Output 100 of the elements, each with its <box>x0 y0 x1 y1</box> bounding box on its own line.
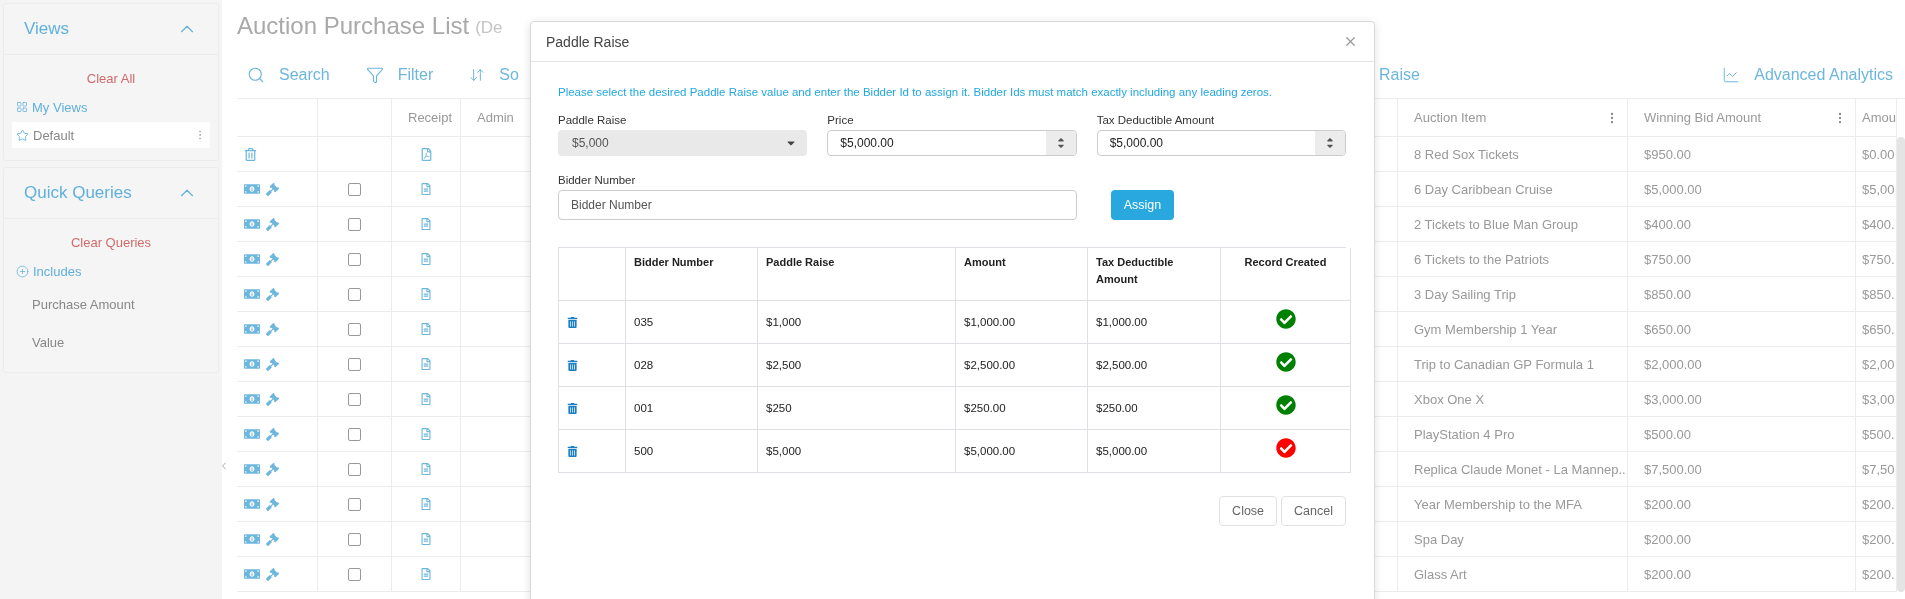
money-icon[interactable] <box>244 321 260 337</box>
column-header[interactable]: Receipt <box>392 99 461 137</box>
money-icon[interactable] <box>244 426 260 442</box>
document-icon[interactable] <box>420 253 432 265</box>
money-icon[interactable] <box>244 461 260 477</box>
row-checkbox[interactable] <box>348 182 361 196</box>
gavel-icon[interactable] <box>266 217 279 231</box>
toolbar-button[interactable]: So <box>469 66 519 84</box>
gavel-icon[interactable] <box>266 182 279 196</box>
money-icon[interactable] <box>244 216 260 232</box>
item-label: My Views <box>32 99 89 115</box>
document-icon[interactable] <box>420 568 432 580</box>
trash-icon[interactable] <box>567 402 578 414</box>
trash-icon[interactable] <box>567 359 578 371</box>
analytics-button[interactable]: Advanced Analytics <box>1722 66 1893 84</box>
row-checkbox[interactable] <box>348 357 361 371</box>
document-icon[interactable] <box>420 533 432 545</box>
money-icon[interactable] <box>244 251 260 267</box>
gavel-icon[interactable] <box>266 287 279 301</box>
document-icon[interactable] <box>420 498 432 510</box>
sidebar-item[interactable]: Value <box>12 324 210 360</box>
table-cell: 6 Day Caribbean Cruise <box>1414 181 1553 197</box>
trash-icon[interactable] <box>567 445 578 457</box>
item-label: Purchase Amount <box>32 296 136 312</box>
toolbar-button[interactable]: Filter <box>365 66 434 84</box>
gavel-icon[interactable] <box>266 497 279 511</box>
toolbar-button[interactable]: Raise <box>1379 66 1420 84</box>
table-cell: $250 <box>766 402 792 414</box>
assign-button[interactable]: Assign <box>1110 190 1175 220</box>
scrollbar[interactable] <box>1897 137 1905 592</box>
clear-link[interactable]: Clear All <box>86 71 136 86</box>
sidebar-item[interactable]: Default <box>12 122 210 148</box>
row-checkbox[interactable] <box>348 252 361 266</box>
trash-icon[interactable] <box>567 316 578 328</box>
gavel-icon[interactable] <box>266 322 279 336</box>
sidebar-item[interactable]: Includes <box>12 258 210 284</box>
row-checkbox[interactable] <box>348 462 361 476</box>
gavel-icon[interactable] <box>266 427 279 441</box>
document-icon[interactable] <box>420 183 432 195</box>
row-checkbox[interactable] <box>348 392 361 406</box>
panel-title: Quick Queries <box>24 183 132 203</box>
gavel-icon[interactable] <box>266 567 279 581</box>
grid-icon <box>16 101 28 113</box>
document-icon[interactable] <box>420 218 432 230</box>
column-header[interactable]: Winning Bid Amount <box>1644 110 1762 125</box>
column-header: Bidder Number <box>626 248 758 301</box>
table-cell: $500. <box>1862 426 1895 442</box>
money-icon[interactable] <box>244 566 260 582</box>
column-header: Record Created <box>1221 248 1351 301</box>
gavel-icon[interactable] <box>266 532 279 546</box>
dialog-button[interactable]: Cancel <box>1281 496 1346 526</box>
money-icon[interactable] <box>244 286 260 302</box>
bidder-number-field[interactable]: Bidder Number <box>558 190 1077 220</box>
money-icon[interactable] <box>244 496 260 512</box>
column-header[interactable]: Auction Item <box>1414 110 1487 125</box>
row-checkbox[interactable] <box>348 322 361 336</box>
document-icon[interactable] <box>420 393 432 405</box>
dialog-button[interactable]: Close <box>1219 496 1278 526</box>
row-checkbox[interactable] <box>348 497 361 511</box>
money-icon[interactable] <box>244 531 260 547</box>
page-title: Auction Purchase List <box>237 12 470 40</box>
row-checkbox[interactable] <box>348 217 361 231</box>
column-header: Tax Deductible Amount <box>1088 248 1221 301</box>
gavel-icon[interactable] <box>266 357 279 371</box>
sidebar-item[interactable]: My Views <box>12 94 210 120</box>
document-icon[interactable] <box>420 288 432 300</box>
instructions-text: Please select the desired Paddle Raise value and enter the Bidder Id to assign it. Bidder Ids must match exactly including any leading zeros. <box>558 86 1274 98</box>
table-cell: $1,000.00 <box>964 316 1016 328</box>
table-cell: Spa Day <box>1414 531 1464 547</box>
gavel-icon[interactable] <box>266 462 279 476</box>
sort-icon <box>469 67 486 83</box>
stepper-control[interactable] <box>1315 131 1345 155</box>
money-icon[interactable] <box>244 391 260 407</box>
table-cell: $3,00 <box>1862 391 1895 407</box>
row-checkbox[interactable] <box>348 427 361 441</box>
row-checkbox[interactable] <box>348 567 361 581</box>
sidebar-item[interactable]: Purchase Amount <box>12 286 210 322</box>
money-icon[interactable] <box>244 356 260 372</box>
column-header[interactable]: Amou <box>1856 99 1897 137</box>
gavel-icon[interactable] <box>266 392 279 406</box>
document-icon[interactable] <box>420 323 432 335</box>
plus-icon <box>16 264 29 278</box>
table-cell: $200. <box>1862 566 1895 582</box>
gavel-icon[interactable] <box>266 252 279 266</box>
table-cell: $950.00 <box>1644 146 1691 162</box>
document-icon[interactable] <box>420 428 432 440</box>
clear-link[interactable]: Clear Queries <box>70 235 152 250</box>
document-icon[interactable] <box>420 463 432 475</box>
search-icon <box>247 66 265 84</box>
trash-icon[interactable] <box>244 147 257 161</box>
document-icon[interactable] <box>420 358 432 370</box>
table-cell: $250.00 <box>1096 402 1138 414</box>
row-checkbox[interactable] <box>348 287 361 301</box>
row-checkbox[interactable] <box>348 532 361 546</box>
money-icon[interactable] <box>244 181 260 197</box>
close-button[interactable] <box>1343 34 1358 49</box>
toolbar-button[interactable]: Search <box>247 66 330 84</box>
stepper-control[interactable] <box>1045 131 1076 155</box>
field-label: Bidder Number <box>558 174 637 186</box>
pdf-file-icon[interactable] <box>419 147 433 161</box>
